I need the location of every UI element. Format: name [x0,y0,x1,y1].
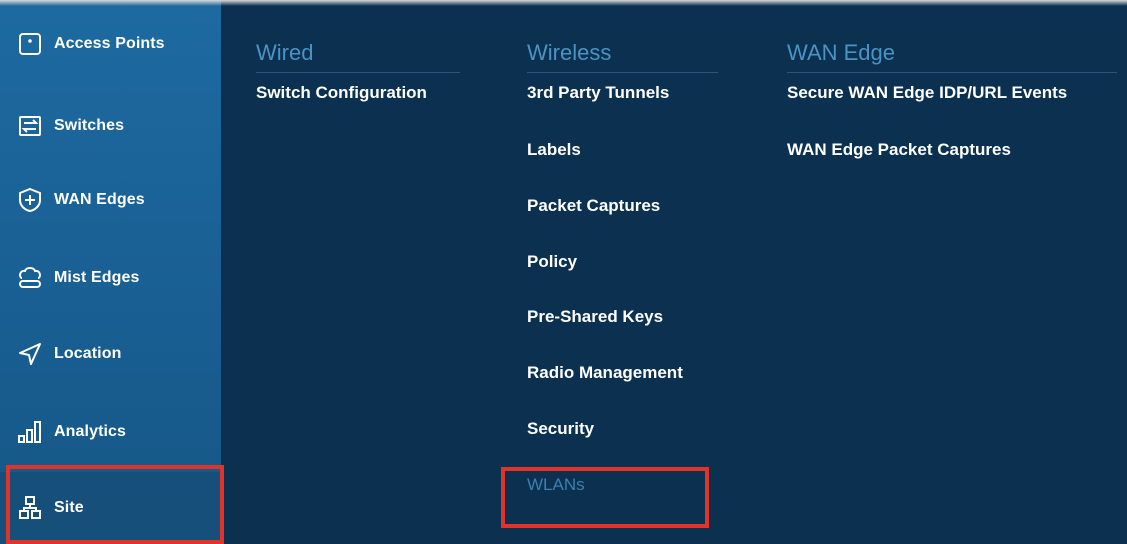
switch-icon [16,112,44,140]
top-shadow [0,0,1127,6]
sidebar-item-location[interactable]: Location [0,318,221,390]
menu-item-switch-configuration[interactable]: Switch Configuration [256,83,427,103]
menu-column-wireless: Wireless 3rd Party Tunnels Labels Packet… [527,40,718,494]
wan-edge-icon [16,186,44,214]
sidebar-item-site[interactable]: Site [0,472,221,544]
menu-heading-wireless: Wireless [527,40,718,73]
menu-column-wired: Wired Switch Configuration [256,40,460,102]
menu-item-wlans[interactable]: WLANs [527,475,585,495]
site-icon [16,494,44,522]
menu-heading-wired: Wired [256,40,460,73]
location-icon [16,340,44,368]
sidebar-item-wan-edges[interactable]: WAN Edges [0,164,221,236]
menu-item-wan-edge-packet-captures[interactable]: WAN Edge Packet Captures [787,140,1011,160]
menu-item-packet-captures[interactable]: Packet Captures [527,196,660,216]
access-point-icon [16,30,44,58]
menu-heading-wan-edge: WAN Edge [787,40,1117,73]
site-menu-panel: Access Points Switches WAN Edges Mist Ed… [0,0,1127,544]
sidebar: Access Points Switches WAN Edges Mist Ed… [0,0,221,544]
sidebar-item-label: Mist Edges [54,269,140,286]
mist-edge-icon [16,264,44,292]
sidebar-item-access-points[interactable]: Access Points [0,8,221,80]
sidebar-item-analytics[interactable]: Analytics [0,396,221,468]
sidebar-item-label: Switches [54,117,125,134]
menu-item-pre-shared-keys[interactable]: Pre-Shared Keys [527,307,663,327]
menu-item-labels[interactable]: Labels [527,140,581,160]
sidebar-item-mist-edges[interactable]: Mist Edges [0,242,221,314]
analytics-icon [16,418,44,446]
sidebar-item-label: Site [54,499,84,516]
menu-item-secure-wan-edge-idp-url-events[interactable]: Secure WAN Edge IDP/URL Events [787,83,1067,103]
menu-item-3rd-party-tunnels[interactable]: 3rd Party Tunnels [527,83,669,103]
menu-column-wan-edge: WAN Edge Secure WAN Edge IDP/URL Events … [787,40,1117,159]
menu-item-security[interactable]: Security [527,419,594,439]
sidebar-item-label: Access Points [54,35,165,52]
menu-item-policy[interactable]: Policy [527,252,577,272]
menu-item-radio-management[interactable]: Radio Management [527,363,683,383]
sidebar-item-label: WAN Edges [54,191,145,208]
sidebar-item-label: Location [54,345,122,362]
sidebar-item-label: Analytics [54,423,127,440]
sidebar-item-switches[interactable]: Switches [0,90,221,162]
